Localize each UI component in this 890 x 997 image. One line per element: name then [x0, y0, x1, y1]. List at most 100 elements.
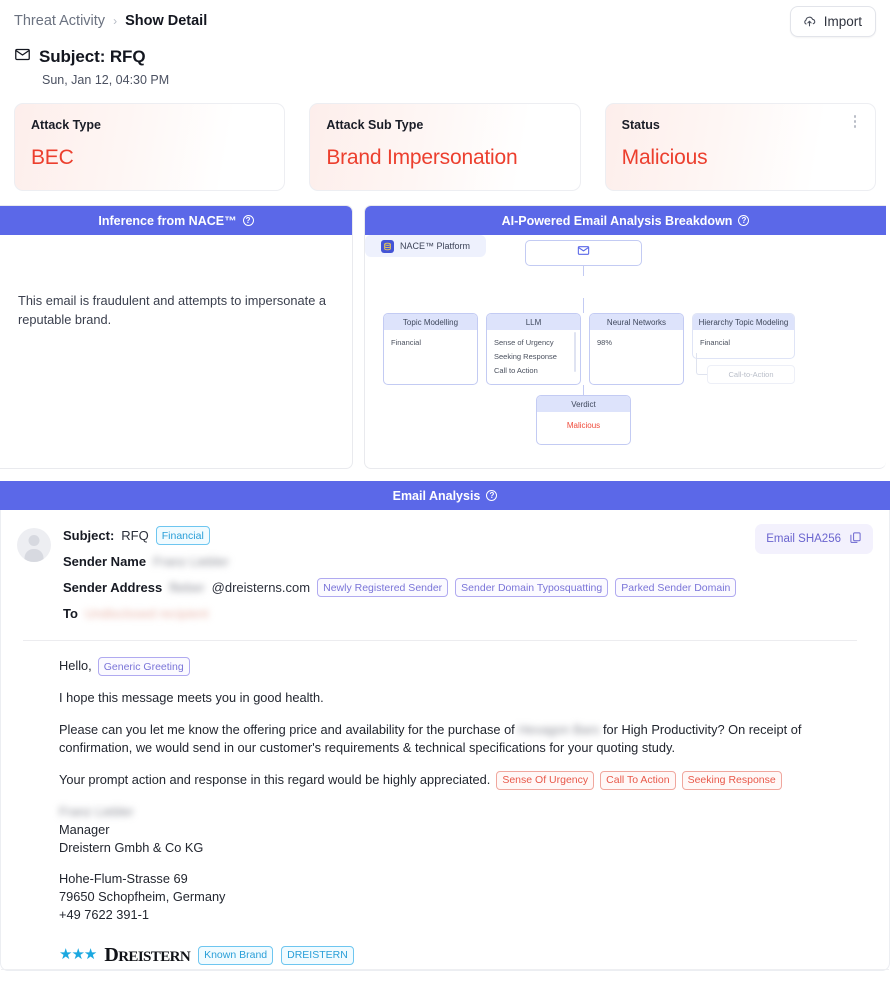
node-item: Call to Action: [494, 365, 538, 375]
import-button[interactable]: Import: [789, 5, 876, 37]
signature-phone: +49 7622 391-1: [59, 907, 150, 923]
breadcrumb-root[interactable]: Threat Activity: [14, 13, 105, 29]
meta-row-sender-name: Sender Name Franz Liebler: [63, 554, 873, 569]
meta-row-sender-address: Sender Address flieber @dreisterns.com N…: [63, 578, 873, 597]
breadcrumb-current: Show Detail: [125, 13, 208, 29]
signature-title: Manager: [59, 821, 110, 837]
status-badge: Parked Sender Domain: [615, 578, 737, 597]
email-sha256-label: Email SHA256: [766, 533, 841, 545]
kebab-menu-icon[interactable]: [848, 115, 862, 128]
card-attack-type: Attack Type BEC: [14, 103, 286, 191]
user-avatar-icon: [17, 528, 51, 562]
signature-block: Franz Liebler Manager Dreistern Gmbh & C…: [59, 803, 873, 857]
nace-platform-label: NACE™ Platform: [399, 241, 470, 251]
card-attack-sub-type: Attack Sub Type Brand Impersonation: [309, 103, 581, 191]
envelope-icon: [577, 244, 590, 262]
status-badge: Generic Greeting: [97, 657, 190, 676]
status-badge: Financial: [155, 526, 210, 545]
ai-panel-title: AI-Powered Email Analysis Breakdown: [501, 213, 733, 228]
cloud-upload-icon: [802, 14, 817, 29]
sender-address-key: Sender Address: [63, 580, 163, 595]
card-label: Attack Type: [31, 118, 101, 132]
sender-address-user: flieber: [169, 580, 205, 595]
node-title: Neural Networks: [590, 314, 683, 330]
meta-row-to: To Undisclosed recipient: [63, 606, 873, 621]
node-item: Financial: [391, 337, 422, 347]
nace-panel-title: Inference from NACE™: [98, 213, 237, 228]
subject-header: Subject: RFQ Sun, Jan 12, 04:30 PM: [0, 34, 890, 87]
signature-address-block: Hohe-Flum-Strasse 69 79650 Schopfheim, G…: [59, 870, 873, 924]
nace-inference-text: This email is fraudulent and attempts to…: [18, 293, 326, 328]
status-badge: DREISTERN: [281, 945, 354, 965]
node-title: Verdict: [537, 396, 630, 412]
database-icon: [380, 239, 394, 253]
card-label: Attack Sub Type: [326, 118, 424, 132]
email-metadata: Subject: RFQ Financial Sender Name Franz…: [63, 526, 873, 630]
llm-scrollbar[interactable]: [574, 332, 576, 372]
body-greeting: Hello,: [59, 658, 92, 674]
node-item: Financial: [700, 337, 731, 347]
card-label: Status: [621, 118, 660, 132]
brand-logo-row: ★★★ DREISTERN Known Brand DREISTERN: [59, 941, 873, 970]
node-item: Sense of Urgency: [494, 337, 554, 347]
status-badge: Call To Action: [600, 770, 676, 790]
node-title: LLM: [487, 314, 580, 330]
ai-flow-diagram: NACE™ Platform Topic Modelling Financial…: [365, 235, 886, 468]
card-status: Status Malicious: [604, 103, 876, 191]
node-item: 98%: [597, 337, 613, 347]
envelope-icon: [14, 46, 31, 68]
analysis-panels: Inference from NACE™ ? This email is fra…: [0, 191, 890, 469]
body-line-1: I hope this message meets you in good he…: [59, 690, 324, 705]
body-line-3-row: Your prompt action and response in this …: [59, 770, 873, 790]
diagram-node-verdict: Verdict Malicious: [536, 395, 631, 445]
info-icon[interactable]: ?: [486, 490, 498, 501]
copy-icon: [849, 531, 862, 547]
chevron-right-icon: ›: [113, 14, 118, 28]
diagram-email-node: [525, 240, 642, 266]
node-item: Seeking Response: [494, 351, 557, 361]
ai-breakdown-panel: AI-Powered Email Analysis Breakdown ? NA…: [364, 205, 886, 469]
connector-line: [583, 298, 584, 313]
node-title: Hierarchy Topic Modeling: [693, 314, 794, 330]
body-greeting-row: Hello, Generic Greeting: [59, 657, 873, 676]
status-badge: Known Brand: [198, 945, 274, 965]
page-title: Subject: RFQ: [39, 47, 146, 66]
body-line-3: Your prompt action and response in this …: [59, 771, 491, 787]
subject-key: Subject:: [63, 528, 115, 543]
signature-company: Dreistern Gmbh & Co KG: [59, 839, 204, 855]
signature-city: 79650 Schopfheim, Germany: [59, 889, 226, 905]
import-button-label: Import: [823, 13, 862, 29]
page-footer-divider: [1, 968, 889, 970]
status-badge: Sense Of Urgency: [496, 770, 595, 790]
email-analysis-header: Email Analysis ?: [0, 481, 890, 510]
body-line-2-part-a: Please can you let me know the offering …: [59, 721, 515, 737]
nace-panel-header: Inference from NACE™ ?: [0, 206, 352, 235]
email-timestamp: Sun, Jan 12, 04:30 PM: [42, 73, 170, 87]
sender-name-value: Franz Liebler: [153, 554, 229, 569]
diagram-nace-platform-node: NACE™ Platform: [365, 235, 486, 257]
info-icon[interactable]: ?: [242, 215, 254, 226]
brand-wordmark-rest: REISTERN: [118, 948, 191, 965]
node-title: Topic Modelling: [384, 314, 477, 330]
status-badge: Seeking Response: [681, 770, 782, 790]
connector-line: [583, 266, 584, 276]
ai-panel-header: AI-Powered Email Analysis Breakdown ?: [365, 206, 886, 235]
diagram-node-topic-modelling: Topic Modelling Financial: [383, 313, 478, 385]
body-line-2-redacted: Hexagon Bars: [518, 721, 600, 737]
meta-row-subject: Subject: RFQ Financial: [63, 526, 873, 545]
to-key: To: [63, 606, 78, 621]
stars-icon: ★★★: [59, 946, 97, 964]
tree-connector: [696, 353, 707, 375]
info-icon[interactable]: ?: [738, 215, 750, 226]
card-value: Brand Impersonation: [326, 146, 518, 169]
subject-value: RFQ: [121, 528, 149, 543]
sender-name-key: Sender Name: [63, 554, 147, 569]
status-badge: Newly Registered Sender: [317, 578, 449, 597]
top-bar: Threat Activity › Show Detail Import: [0, 0, 890, 37]
diagram-node-llm: LLM Sense of Urgency Seeking Response Ca…: [486, 313, 581, 385]
to-value: Undisclosed recipient: [84, 606, 209, 621]
email-sha256-button[interactable]: Email SHA256: [755, 524, 873, 554]
card-value: BEC: [31, 146, 74, 169]
diagram-subnode-call-to-action: Call-to-Action: [707, 365, 795, 384]
diagram-node-neural-networks: Neural Networks 98%: [589, 313, 684, 385]
